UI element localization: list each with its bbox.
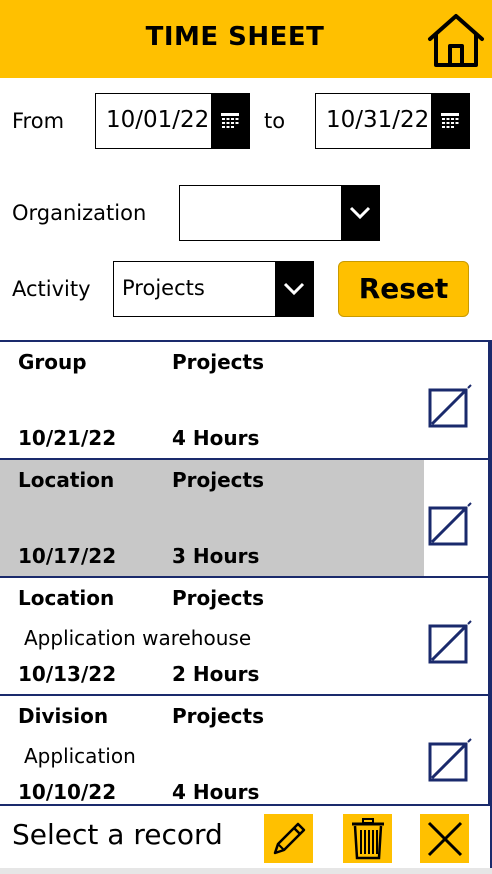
record-title: Group <box>18 350 87 374</box>
list-item[interactable]: Division Projects Application 10/10/22 4… <box>0 694 490 812</box>
edit-button[interactable] <box>264 814 313 863</box>
home-button[interactable] <box>426 12 486 70</box>
timesheet-app: TIME SHEET From 10/01/22 to 10/31/22 Org… <box>0 0 492 874</box>
bottom-strip <box>0 868 492 874</box>
record-description: Application <box>24 744 136 768</box>
record-date: 10/13/22 <box>18 662 117 686</box>
list-item[interactable]: Group Projects 10/21/22 4 Hours <box>0 340 490 458</box>
from-label: From <box>12 109 65 133</box>
cancel-button[interactable] <box>420 814 469 863</box>
footer-bar: Select a record <box>0 804 490 874</box>
reset-button[interactable]: Reset <box>338 261 469 317</box>
record-title: Division <box>18 704 109 728</box>
edit-record-button[interactable] <box>428 384 472 428</box>
record-activity: Projects <box>172 468 265 492</box>
pencil-icon <box>273 822 305 854</box>
record-activity: Projects <box>172 704 265 728</box>
chevron-down-icon[interactable] <box>341 186 379 240</box>
chevron-down-icon[interactable] <box>275 262 313 316</box>
calendar-icon[interactable] <box>431 94 469 148</box>
status-text: Select a record <box>12 818 223 851</box>
edit-record-button[interactable] <box>428 738 472 782</box>
record-hours: 3 Hours <box>172 544 260 568</box>
calendar-icon[interactable] <box>211 94 249 148</box>
record-title: Location <box>18 468 115 492</box>
edit-icon <box>428 620 472 664</box>
activity-dropdown[interactable]: Projects <box>113 261 314 317</box>
organization-label: Organization <box>12 201 147 225</box>
activity-label: Activity <box>12 277 91 301</box>
to-date-picker[interactable]: 10/31/22 <box>315 93 470 149</box>
close-icon <box>427 821 462 856</box>
to-date-value: 10/31/22 <box>326 107 430 133</box>
record-activity: Projects <box>172 586 265 610</box>
list-item[interactable]: Location Projects 10/17/22 3 Hours <box>0 458 490 576</box>
from-date-picker[interactable]: 10/01/22 <box>95 93 250 149</box>
record-date: 10/10/22 <box>18 780 117 804</box>
trash-icon <box>351 817 384 859</box>
home-icon <box>428 14 484 67</box>
edit-icon <box>428 502 472 546</box>
edit-icon <box>428 384 472 428</box>
delete-button[interactable] <box>343 814 392 863</box>
record-list: Group Projects 10/21/22 4 Hours Location… <box>0 340 490 812</box>
organization-dropdown[interactable] <box>179 185 380 241</box>
record-title: Location <box>18 586 115 610</box>
record-activity: Projects <box>172 350 265 374</box>
record-date: 10/21/22 <box>18 426 117 450</box>
to-label: to <box>264 109 286 133</box>
record-description: Application warehouse <box>24 626 252 650</box>
record-date: 10/17/22 <box>18 544 117 568</box>
page-title: TIME SHEET <box>145 22 325 52</box>
header-bar: TIME SHEET <box>0 0 492 78</box>
edit-record-button[interactable] <box>428 620 472 664</box>
edit-icon <box>428 738 472 782</box>
edit-record-button[interactable] <box>428 502 472 546</box>
activity-value: Projects <box>122 276 205 300</box>
from-date-value: 10/01/22 <box>106 107 210 133</box>
record-hours: 2 Hours <box>172 662 260 686</box>
record-hours: 4 Hours <box>172 780 260 804</box>
record-hours: 4 Hours <box>172 426 260 450</box>
list-item[interactable]: Location Projects Application warehouse … <box>0 576 490 694</box>
